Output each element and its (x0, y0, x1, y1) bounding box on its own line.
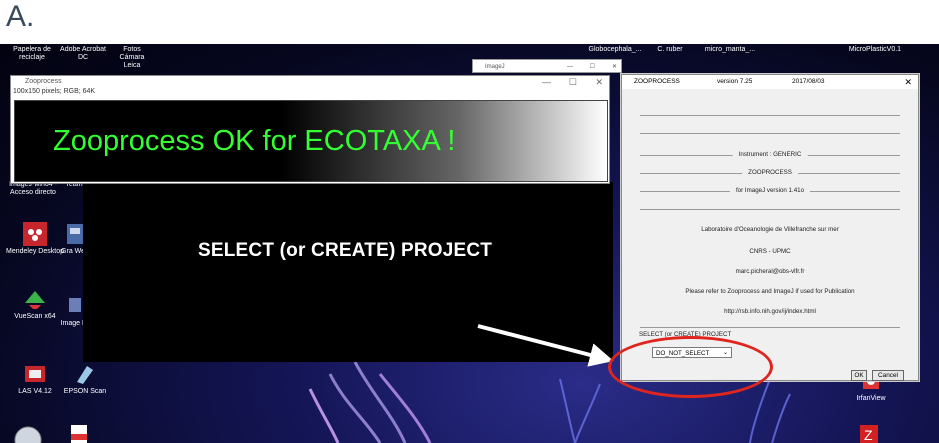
dialog-title: ZOOPROCESS (634, 78, 680, 85)
vuescan-icon[interactable]: VueScan x64 (4, 287, 66, 321)
zooprocess-window[interactable]: Zooprocess — ☐ ✕ 100x150 pixels; RGB; 64… (10, 75, 610, 184)
epson-scan-icon[interactable]: EPSON Scan (54, 362, 116, 396)
dialog-version: version 7.25 (717, 78, 753, 85)
globocephala-folder-label[interactable]: Globocephala_... (585, 46, 645, 54)
zooprocess-close-button[interactable]: ✕ (595, 76, 603, 88)
dialog-divider (640, 115, 900, 116)
mendeley-glyph-icon (23, 222, 47, 246)
microplastics-folder-label[interactable]: MicroPlasticV0.1 (845, 46, 905, 54)
las-glyph-icon (25, 366, 45, 382)
zooprocess-maximize-button[interactable]: ☐ (569, 76, 577, 88)
dialog-email: marc.picheral@obs-vlfr.fr (735, 268, 805, 275)
imagej-minimize-button[interactable]: — (567, 60, 573, 74)
dialog-imagej-row: for ImageJ version 1.41o (640, 185, 900, 197)
dialog-titlebar[interactable]: ZOOPROCESS version 7.25 2017/08/03 ✕ (622, 75, 918, 89)
zooprocess-banner-text: Zooprocess OK for ECOTAXA ! (53, 125, 456, 157)
dialog-lab: Laboratoire d'Oceanologie de Villefranch… (701, 226, 839, 233)
dialog-instrument: Instrument : GENERIC (732, 150, 808, 160)
zooprocess-dialog[interactable]: ZOOPROCESS version 7.25 2017/08/03 ✕ Ins… (621, 74, 919, 381)
adobe-acrobat-label[interactable]: Adobe Acrobat DC (58, 46, 108, 62)
zooprocess-window-titlebar[interactable]: Zooprocess — ☐ ✕ (11, 76, 609, 88)
fotos-camara-label[interactable]: Fotos Cámara Leica (112, 46, 152, 70)
bottom-pdf-icon[interactable] (68, 422, 90, 443)
dialog-divider (640, 209, 900, 210)
papelera-label[interactable]: Papelera de reciclaje (12, 46, 52, 62)
epson-scan-glyph-icon (77, 366, 93, 384)
bottom-globe-icon[interactable] (14, 422, 42, 443)
imagej-window-title: ImageJ (485, 64, 505, 70)
dialog-divider (640, 133, 900, 134)
las-label: LAS V4.12 (18, 388, 52, 395)
svg-text:Z: Z (864, 427, 873, 443)
imagej-window[interactable]: ImageJ — ☐ ✕ (472, 59, 622, 73)
epson-scan-label: EPSON Scan (63, 388, 107, 395)
cancel-button[interactable]: Cancel (872, 370, 904, 381)
dialog-url: http://rsb.info.nih.gov/ij/index.html (724, 308, 816, 315)
panel-label: A. (6, 0, 35, 33)
zooprocess-minimize-button[interactable]: — (542, 76, 551, 88)
zooprocess-banner: Zooprocess OK for ECOTAXA ! (14, 100, 608, 182)
bottom-filezilla-icon[interactable]: Z (858, 422, 880, 443)
dialog-close-button[interactable]: ✕ (904, 75, 912, 89)
dialog-date: 2017/08/03 (792, 78, 825, 85)
annotation-arrow-icon (477, 324, 614, 367)
mendeley-icon[interactable]: Mendeley Desktop (4, 222, 66, 256)
mendeley-label: Mendeley Desktop (6, 248, 64, 255)
dialog-divider (640, 327, 900, 328)
imagej-close-button[interactable]: ✕ (612, 60, 617, 74)
dialog-zooprocess-row: ZOOPROCESS (640, 167, 900, 179)
select-project-annotation: SELECT (or CREATE) PROJECT (198, 240, 493, 261)
zooprocess-image-info: 100x150 pixels; RGB; 64K (13, 88, 96, 95)
vuescan-label: VueScan x64 (14, 313, 56, 320)
zooprocess-window-title: Zooprocess (25, 78, 62, 85)
dialog-zooprocess-label: ZOOPROCESS (742, 168, 798, 178)
c-ruber-folder-label[interactable]: C. ruber (650, 46, 690, 54)
desktop: Papelera de reciclaje Adobe Acrobat DC F… (0, 44, 939, 443)
irfanview-label: IrfanView (856, 395, 886, 402)
highlight-circle (608, 336, 773, 398)
micro-manta-folder-label[interactable]: micro_manta_... (700, 46, 760, 54)
vuescan-glyph-icon (25, 291, 45, 309)
dialog-instrument-row: Instrument : GENERIC (640, 149, 900, 161)
dialog-cnrs: CNRS - UPMC (749, 248, 791, 255)
imagej-maximize-button[interactable]: ☐ (590, 60, 595, 74)
dialog-imagej-version: for ImageJ version 1.41o (729, 186, 811, 196)
ok-button[interactable]: OK (851, 370, 867, 381)
dialog-refer: Please refer to Zooprocess and ImageJ if… (685, 288, 855, 295)
